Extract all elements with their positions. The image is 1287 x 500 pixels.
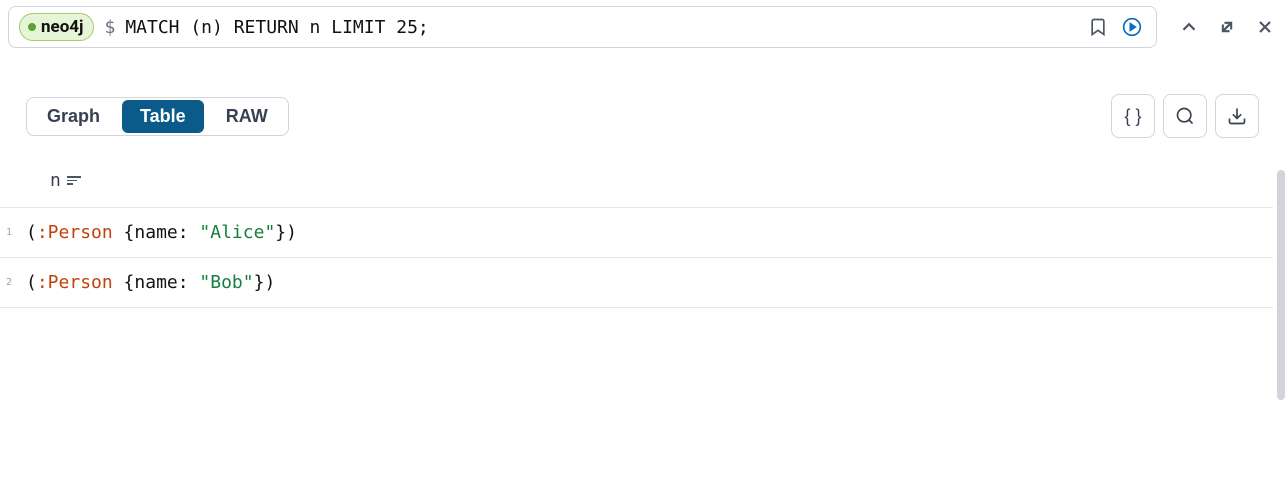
table-row: 2 (:Person {name: "Bob"}): [0, 258, 1287, 308]
result-toolbar: Graph Table RAW { }: [0, 54, 1287, 150]
tab-graph[interactable]: Graph: [27, 98, 120, 135]
database-chip[interactable]: neo4j: [19, 13, 94, 41]
expand-icon[interactable]: [1213, 13, 1241, 41]
download-icon: [1227, 106, 1247, 126]
result-table: n 1 (:Person {name: "Alice"}) 2 (:Person…: [0, 150, 1287, 308]
chevron-up-icon[interactable]: [1175, 13, 1203, 41]
row-content: (:Person {name: "Bob"}): [0, 272, 275, 293]
sort-icon: [67, 176, 81, 185]
row-content: (:Person {name: "Alice"}): [0, 222, 297, 243]
tab-raw[interactable]: RAW: [206, 98, 288, 135]
query-input[interactable]: [125, 17, 1074, 38]
search-icon: [1175, 106, 1195, 126]
table-row: 1 (:Person {name: "Alice"}): [0, 208, 1287, 258]
query-input-wrap: neo4j $: [8, 6, 1157, 48]
scrollbar-thumb[interactable]: [1277, 170, 1285, 400]
view-tabs: Graph Table RAW: [26, 97, 289, 136]
json-view-button[interactable]: { }: [1111, 94, 1155, 138]
bookmark-icon[interactable]: [1084, 13, 1112, 41]
row-number: 1: [0, 227, 12, 238]
braces-icon: { }: [1124, 106, 1141, 127]
database-name: neo4j: [41, 17, 83, 37]
prompt-symbol: $: [104, 17, 115, 38]
scrollbar-track: [1273, 60, 1287, 500]
card-controls: [1165, 13, 1279, 41]
column-header[interactable]: n: [0, 150, 1287, 208]
run-query-button[interactable]: [1118, 13, 1146, 41]
close-icon[interactable]: [1251, 13, 1279, 41]
query-bar: neo4j $: [0, 0, 1287, 54]
result-actions: { }: [1111, 94, 1259, 138]
search-button[interactable]: [1163, 94, 1207, 138]
column-name: n: [50, 170, 61, 191]
row-number: 2: [0, 277, 12, 288]
status-dot-icon: [28, 23, 36, 31]
download-button[interactable]: [1215, 94, 1259, 138]
tab-table[interactable]: Table: [122, 100, 204, 133]
